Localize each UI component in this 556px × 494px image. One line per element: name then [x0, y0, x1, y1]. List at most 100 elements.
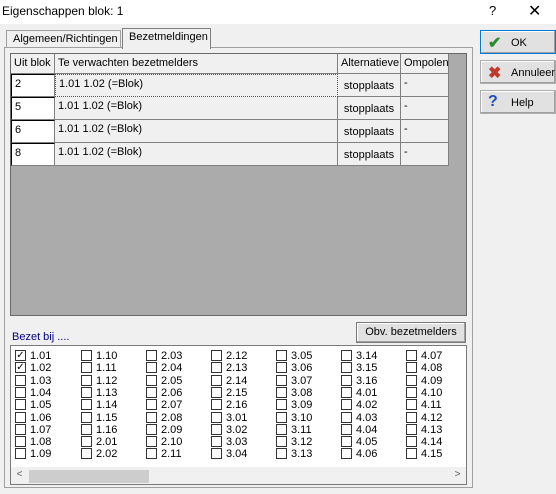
checkbox-unchecked-icon[interactable] [211, 423, 222, 435]
cancel-button[interactable]: ✖ Annuleer [480, 60, 556, 84]
checkbox-unchecked-icon[interactable] [341, 448, 352, 460]
bezet-checkbox[interactable]: ✓ 1.01 [15, 350, 51, 362]
tab-algemeen-richtingen[interactable]: Algemeen/Richtingen [6, 30, 121, 48]
checkbox-unchecked-icon[interactable] [211, 436, 222, 448]
checkbox-unchecked-icon[interactable] [15, 448, 26, 460]
bezet-checkbox-list[interactable]: ✓ 1.01 ✓ 1.02 1.03 1.04 1.05 1.06 1.07 1.08 1.09 1.… [10, 345, 467, 485]
bezet-checkbox[interactable]: 1.08 [15, 436, 51, 448]
checkbox-unchecked-icon[interactable] [406, 448, 417, 460]
obv-bezetmelders-button[interactable]: Obv. bezetmelders [356, 322, 466, 343]
checkbox-unchecked-icon[interactable] [146, 436, 157, 448]
row-alternatieve[interactable]: stopplaats [338, 120, 401, 143]
bezet-checkbox[interactable]: 1.09 [15, 448, 51, 460]
row-bezetmelders[interactable]: 1.01 1.02 (=Blok) [55, 143, 338, 166]
bezet-checkbox[interactable]: 2.12 [211, 350, 247, 362]
checkbox-unchecked-icon[interactable] [81, 399, 92, 411]
bezet-checkbox[interactable]: 3.12 [276, 436, 312, 448]
checkbox-unchecked-icon[interactable] [146, 411, 157, 423]
bezet-checkbox[interactable]: 4.11 [406, 399, 442, 411]
checkbox-unchecked-icon[interactable] [341, 362, 352, 374]
bezet-checkbox[interactable]: 1.04 [15, 386, 51, 399]
checkbox-unchecked-icon[interactable] [211, 350, 222, 361]
bezet-checkbox[interactable]: 1.07 [15, 423, 51, 436]
checkbox-unchecked-icon[interactable] [146, 448, 157, 460]
checkbox-unchecked-icon[interactable] [81, 350, 92, 361]
bezet-checkbox[interactable]: 2.08 [146, 411, 182, 424]
checkbox-checked-icon[interactable]: ✓ [15, 350, 26, 361]
bezet-checkbox[interactable]: 1.06 [15, 411, 51, 424]
ok-button[interactable]: ✔ OK [480, 30, 556, 54]
bezet-checkbox[interactable]: 1.10 [81, 350, 117, 362]
checkbox-unchecked-icon[interactable] [146, 423, 157, 435]
bezet-checkbox[interactable]: 1.12 [81, 374, 117, 387]
checkbox-unchecked-icon[interactable] [276, 411, 287, 423]
checkbox-unchecked-icon[interactable] [406, 436, 417, 448]
checkbox-unchecked-icon[interactable] [276, 386, 287, 398]
bezet-checkbox[interactable]: 2.10 [146, 436, 182, 448]
checkbox-unchecked-icon[interactable] [81, 423, 92, 435]
bezet-checkbox[interactable]: 3.15 [341, 362, 377, 374]
checkbox-unchecked-icon[interactable] [341, 436, 352, 448]
checkbox-unchecked-icon[interactable] [406, 411, 417, 423]
checkbox-unchecked-icon[interactable] [276, 362, 287, 374]
bezet-checkbox[interactable]: 1.15 [81, 411, 117, 424]
bezet-checkbox[interactable]: 3.16 [341, 374, 377, 387]
checkbox-unchecked-icon[interactable] [15, 374, 26, 386]
checkbox-unchecked-icon[interactable] [211, 374, 222, 386]
bezet-checkbox[interactable]: 3.13 [276, 448, 312, 460]
bezet-checkbox[interactable]: 2.16 [211, 399, 247, 411]
checkbox-unchecked-icon[interactable] [146, 374, 157, 386]
checkbox-unchecked-icon[interactable] [406, 399, 417, 411]
checkbox-unchecked-icon[interactable] [406, 423, 417, 435]
bezet-checkbox[interactable]: ✓ 1.02 [15, 362, 51, 374]
checkbox-unchecked-icon[interactable] [211, 386, 222, 398]
checkbox-unchecked-icon[interactable] [81, 386, 92, 398]
checkbox-unchecked-icon[interactable] [211, 448, 222, 460]
bezet-checkbox[interactable]: 3.11 [276, 423, 312, 436]
checkbox-unchecked-icon[interactable] [341, 374, 352, 386]
bezet-checkbox[interactable]: 4.13 [406, 423, 442, 436]
bezet-checkbox[interactable]: 3.01 [211, 411, 247, 424]
checkbox-unchecked-icon[interactable] [406, 350, 417, 361]
checkbox-unchecked-icon[interactable] [15, 423, 26, 435]
bezet-checkbox[interactable]: 2.07 [146, 399, 182, 411]
bezet-checkbox[interactable]: 2.01 [81, 436, 117, 448]
checkbox-unchecked-icon[interactable] [341, 423, 352, 435]
close-icon[interactable]: ✕ [528, 1, 541, 21]
bezet-checkbox[interactable]: 3.02 [211, 423, 247, 436]
row-ompolen[interactable]: - [401, 97, 449, 120]
checkbox-unchecked-icon[interactable] [15, 386, 26, 398]
row-ompolen[interactable]: - [401, 143, 449, 166]
checkbox-unchecked-icon[interactable] [276, 374, 287, 386]
row-uit-blok[interactable]: 6 [11, 120, 55, 143]
bezet-checkbox[interactable]: 2.05 [146, 374, 182, 387]
checkbox-unchecked-icon[interactable] [15, 436, 26, 448]
checkbox-unchecked-icon[interactable] [81, 362, 92, 374]
bezet-checkbox[interactable]: 4.04 [341, 423, 377, 436]
row-uit-blok[interactable]: 2 [11, 74, 55, 97]
tab-bezetmeldingen[interactable]: Bezetmeldingen [122, 28, 211, 49]
checkbox-unchecked-icon[interactable] [211, 399, 222, 411]
bezet-checkbox[interactable]: 1.13 [81, 386, 117, 399]
bezet-checkbox[interactable]: 2.04 [146, 362, 182, 374]
checkbox-unchecked-icon[interactable] [146, 399, 157, 411]
scroll-thumb[interactable] [29, 470, 149, 483]
checkbox-unchecked-icon[interactable] [146, 350, 157, 361]
bezet-checkbox[interactable]: 4.10 [406, 386, 442, 399]
bezet-checkbox[interactable]: 3.07 [276, 374, 312, 387]
bezet-checkbox[interactable]: 1.14 [81, 399, 117, 411]
help-button[interactable]: ? Help [480, 90, 556, 114]
bezet-checkbox[interactable]: 2.02 [81, 448, 117, 460]
bezet-checkbox[interactable]: 3.08 [276, 386, 312, 399]
bezet-checkbox[interactable]: 4.02 [341, 399, 377, 411]
checkbox-unchecked-icon[interactable] [341, 399, 352, 411]
bezet-checkbox[interactable]: 3.14 [341, 350, 377, 362]
checkbox-unchecked-icon[interactable] [406, 386, 417, 398]
header-te-verwachten-bezetmelders[interactable]: Te verwachten bezetmelders [55, 54, 338, 74]
checkbox-unchecked-icon[interactable] [211, 362, 222, 374]
checkbox-unchecked-icon[interactable] [276, 399, 287, 411]
bezet-checkbox[interactable]: 3.06 [276, 362, 312, 374]
bezet-checkbox[interactable]: 3.09 [276, 399, 312, 411]
checkbox-unchecked-icon[interactable] [15, 399, 26, 411]
bezet-checkbox[interactable]: 4.05 [341, 436, 377, 448]
